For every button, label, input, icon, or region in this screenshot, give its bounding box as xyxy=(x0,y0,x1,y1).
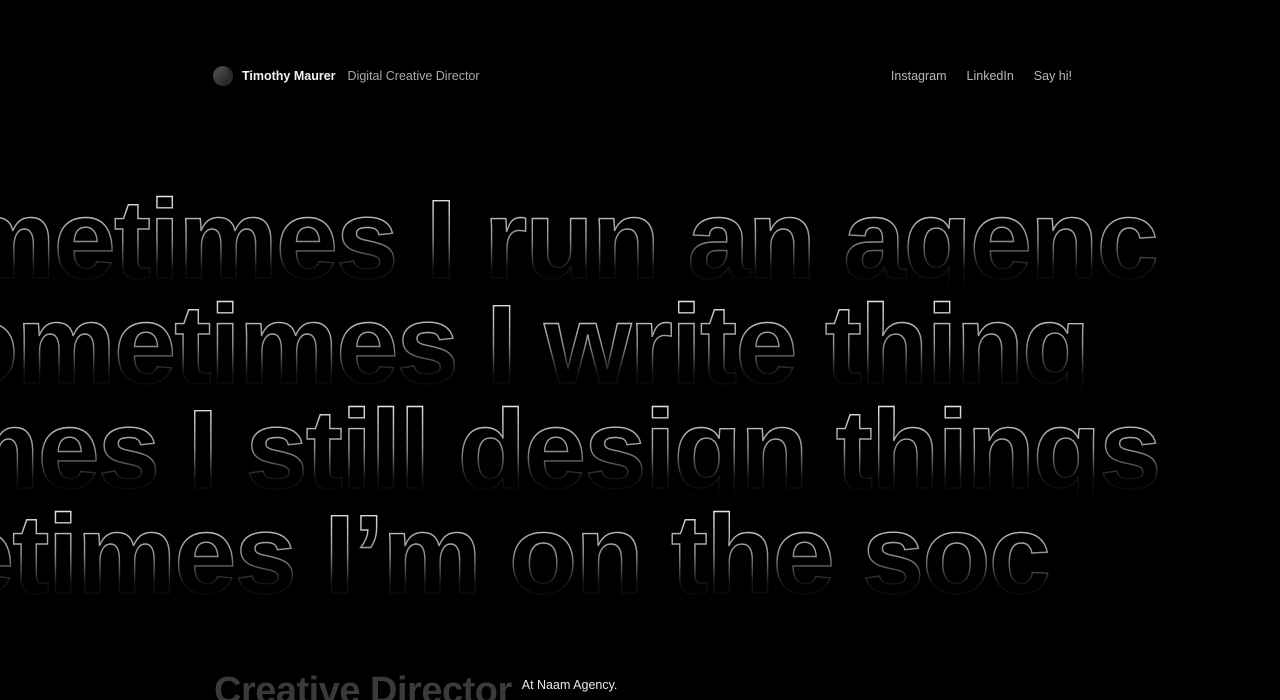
role-subtitle: At Naam Agency. xyxy=(521,678,618,692)
marquee-line-1: metimes I run an agenc xyxy=(0,180,1280,290)
main-nav: Instagram LinkedIn Say hi! xyxy=(891,69,1072,83)
marquee-line-2-svg: ometimes I write thing xyxy=(0,285,1091,395)
marquee-line-4: etimes I’m on the soc xyxy=(0,495,1280,605)
brand[interactable]: Timothy Maurer Digital Creative Director xyxy=(212,65,480,87)
brand-name: Timothy Maurer xyxy=(242,69,336,83)
brand-role: Digital Creative Director xyxy=(347,69,480,83)
marquee-line-3-text: mes I still design things xyxy=(0,390,1160,500)
marquee-line-3: mes I still design things xyxy=(0,390,1280,500)
marquee-line-4-text: etimes I’m on the soc xyxy=(0,495,1049,605)
marquee-line-1-text: metimes I run an agenc xyxy=(0,180,1157,290)
marquee-line-2-text: ometimes I write thing xyxy=(0,285,1088,395)
marquee-line-4-svg: etimes I’m on the soc xyxy=(0,495,1052,605)
marquee-line-2: ometimes I write thing xyxy=(0,285,1280,395)
site-header: Timothy Maurer Digital Creative Director… xyxy=(212,62,1072,90)
role-section: Creative Director At Naam Agency. xyxy=(214,672,617,700)
role-title: Creative Director xyxy=(214,670,512,700)
page: Timothy Maurer Digital Creative Director… xyxy=(0,0,1280,700)
marquee-line-1-svg: metimes I run an agenc xyxy=(0,180,1160,290)
marquee-line-3-svg: mes I still design things xyxy=(0,390,1162,500)
nav-linkedin-link[interactable]: LinkedIn xyxy=(967,69,1014,83)
half-moon-logo-icon xyxy=(213,66,233,86)
nav-instagram-link[interactable]: Instagram xyxy=(891,69,947,83)
nav-say-hi-link[interactable]: Say hi! xyxy=(1034,69,1072,83)
